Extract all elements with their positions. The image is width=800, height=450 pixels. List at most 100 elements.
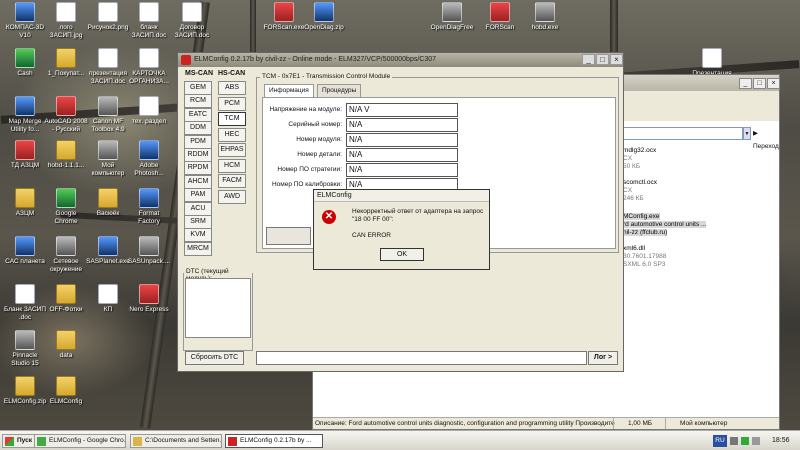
maximize-icon[interactable]: □ xyxy=(753,78,766,89)
close-icon[interactable]: × xyxy=(610,54,623,65)
start-button[interactable]: Пуск xyxy=(2,434,36,448)
file-list-item[interactable]: rd automotive control units ... xyxy=(623,221,707,228)
hs-can-module-button-facm[interactable]: FACM xyxy=(218,174,246,188)
file-list-item[interactable]: SXML 6.0 SP3 xyxy=(623,261,665,268)
desktop-icon[interactable]: Format Factory xyxy=(127,188,171,225)
desktop-icon[interactable]: SASUnpack.... xyxy=(127,236,171,266)
hs-can-module-button-hcm[interactable]: HCM xyxy=(218,158,246,173)
address-bar[interactable] xyxy=(623,127,743,140)
desktop-icon[interactable]: FORScan xyxy=(478,2,522,32)
file-list-item[interactable]: CX xyxy=(623,155,632,162)
hs-can-module-button-abs[interactable]: ABS xyxy=(218,81,246,95)
chevron-down-icon[interactable]: ▼ xyxy=(743,127,751,140)
desktop-icon[interactable]: Nero Express xyxy=(127,284,171,314)
ms-can-module-button-rddm[interactable]: RDDM xyxy=(184,148,212,162)
desktop-icon[interactable]: лого ЗАСИП.jpg xyxy=(44,2,88,39)
desktop-icon[interactable]: FORScan.exe xyxy=(262,2,306,32)
hs-can-module-button-pcm[interactable]: PCM xyxy=(218,96,246,111)
window-titlebar[interactable]: ELMConfig 0.2.17b by civil-zz - Online m… xyxy=(178,53,623,67)
language-indicator[interactable]: RU xyxy=(713,435,727,447)
desktop-icon[interactable]: КОМПАС-3D V10 xyxy=(3,2,47,39)
hs-can-module-button-awd[interactable]: AWD xyxy=(218,189,246,204)
file-list-item[interactable]: nil-zz (ffclub.ru) xyxy=(623,229,668,236)
file-list-item[interactable]: mdlg32.ocx xyxy=(623,147,656,154)
desktop-icon[interactable]: Pinnacle Studio 15 xyxy=(3,330,47,367)
desktop-icon[interactable]: КП xyxy=(86,284,130,314)
desktop-icon[interactable]: Map Merge Utility fo... xyxy=(3,96,47,133)
file-list-item[interactable]: 50 КБ xyxy=(623,163,640,170)
ms-can-module-button-rpdm[interactable]: RPDM xyxy=(184,161,212,176)
desktop-icon[interactable]: Бланк ЗАСИП .doc xyxy=(3,284,47,321)
file-list-item[interactable]: 246 КБ xyxy=(623,195,644,202)
desktop-icon[interactable]: САС планета xyxy=(3,236,47,266)
ms-can-module-button-rcm[interactable]: RCM xyxy=(184,94,212,109)
tray-icon[interactable] xyxy=(730,437,738,445)
desktop-icon-label: Бланк ЗАСИП .doc xyxy=(4,306,46,321)
desktop-icon[interactable]: hobd.exe xyxy=(523,2,567,32)
desktop-icon[interactable]: Сетевое окружение xyxy=(44,236,88,273)
desktop-icon[interactable]: data xyxy=(44,330,88,360)
desktop-icon[interactable]: Рисунок2.png xyxy=(86,2,130,32)
tab-procedures[interactable]: Процедуры xyxy=(317,84,362,97)
desktop-icon[interactable]: Cash xyxy=(3,48,47,78)
ms-can-module-button-eatc[interactable]: EATC xyxy=(184,107,212,122)
desktop-icon[interactable]: КАРТОЧКА ОРГАНИЗА... xyxy=(127,48,171,85)
file-list-item[interactable]: MConfig.exe xyxy=(623,213,660,220)
desktop-icon[interactable]: SASPlanet.exe xyxy=(86,236,130,266)
desktop-icon[interactable]: 1_Покупат... xyxy=(44,48,88,78)
desktop-icon[interactable]: тех. раздел xyxy=(127,96,171,126)
maximize-icon[interactable]: □ xyxy=(596,54,609,65)
tab-info[interactable]: Информация xyxy=(264,84,314,97)
file-list-item[interactable]: 30.7601.17988 xyxy=(623,253,666,260)
command-input[interactable] xyxy=(256,351,587,365)
tray-network-icon[interactable] xyxy=(741,437,749,445)
ms-can-module-button-kvm[interactable]: KVM xyxy=(184,228,212,243)
ms-can-module-button-gem[interactable]: GEM xyxy=(184,81,212,95)
taskbar-item[interactable]: ELMConfig 0.2.17b by ... xyxy=(225,434,323,448)
ms-can-module-button-acu[interactable]: ACU xyxy=(184,201,212,216)
desktop-icon[interactable]: hobd-1.1.1... xyxy=(44,140,88,170)
desktop-icon[interactable]: AutoCAD 2008 - Русский xyxy=(44,96,88,133)
reset-dtc-button[interactable]: Сбросить DTC xyxy=(185,351,244,365)
desktop-icon[interactable]: Васюёк xyxy=(86,188,130,218)
hs-can-module-button-hec[interactable]: HEC xyxy=(218,127,246,142)
ms-can-module-button-ddm[interactable]: DDM xyxy=(184,121,212,136)
file-list-item[interactable]: scomctl.ocx xyxy=(623,179,657,186)
minimize-icon[interactable]: _ xyxy=(582,54,595,65)
desktop-icon[interactable]: Canon MF Toolbox 4.9 xyxy=(86,96,130,133)
go-button[interactable]: ▶ Переход xyxy=(753,127,783,150)
desktop-icon[interactable]: АЗЦМ xyxy=(3,188,47,218)
desktop-icon[interactable]: Google Chrome xyxy=(44,188,88,225)
desktop-icon[interactable]: OpenDiag.zip xyxy=(302,2,346,32)
ms-can-module-button-ahcm[interactable]: AHCM xyxy=(184,174,212,189)
explorer-statusbar: Описание: Ford automotive control units … xyxy=(313,417,779,429)
desktop-icon[interactable]: OFF-Фотки xyxy=(44,284,88,314)
taskbar-item[interactable]: ELMConfig - Google Chro... xyxy=(34,434,126,448)
desktop-icon[interactable]: Мой компьютер xyxy=(86,140,130,177)
ms-can-module-button-srm[interactable]: SRM xyxy=(184,215,212,229)
file-list-item[interactable]: xml6.dll xyxy=(623,245,645,252)
ms-can-module-button-pdm[interactable]: PDM xyxy=(184,134,212,149)
file-list-item[interactable]: CX xyxy=(623,187,632,194)
desktop-icon[interactable]: бланк ЗАСИП.doc xyxy=(127,2,171,39)
taskbar-item[interactable]: C:\Documents and Setten... xyxy=(130,434,222,448)
hs-can-module-button-ehpas[interactable]: EHPAS xyxy=(218,143,246,157)
error-dialog[interactable]: ELMConfig ✕ Некорректный ответ от адапте… xyxy=(313,189,490,270)
ms-can-module-button-mrcm[interactable]: MRCM xyxy=(184,241,212,256)
close-icon[interactable]: × xyxy=(767,78,780,89)
desktop-icon[interactable]: ТД АЗЦМ xyxy=(3,140,47,170)
desktop-icon[interactable]: Договор ЗАСИП.doc xyxy=(170,2,214,39)
desktop-icon[interactable]: презентация ЗАСИП.doc xyxy=(86,48,130,85)
desktop-icon[interactable]: Adobe Photosh... xyxy=(127,140,171,177)
ms-can-module-button-pam[interactable]: PAM xyxy=(184,188,212,203)
dtc-list[interactable] xyxy=(185,278,251,338)
hs-can-module-button-tcm[interactable]: TCM xyxy=(218,112,246,126)
ok-button[interactable]: OK xyxy=(380,248,424,261)
desktop-icon[interactable]: ELMConfig.zip xyxy=(3,376,47,406)
info-action-button[interactable] xyxy=(266,227,311,245)
log-button[interactable]: Лог > xyxy=(588,351,618,365)
desktop-icon[interactable]: OpenDiagFree xyxy=(430,2,474,32)
tray-volume-icon[interactable] xyxy=(752,437,760,445)
desktop-icon[interactable]: ELMConfig xyxy=(44,376,88,406)
minimize-icon[interactable]: _ xyxy=(739,78,752,89)
